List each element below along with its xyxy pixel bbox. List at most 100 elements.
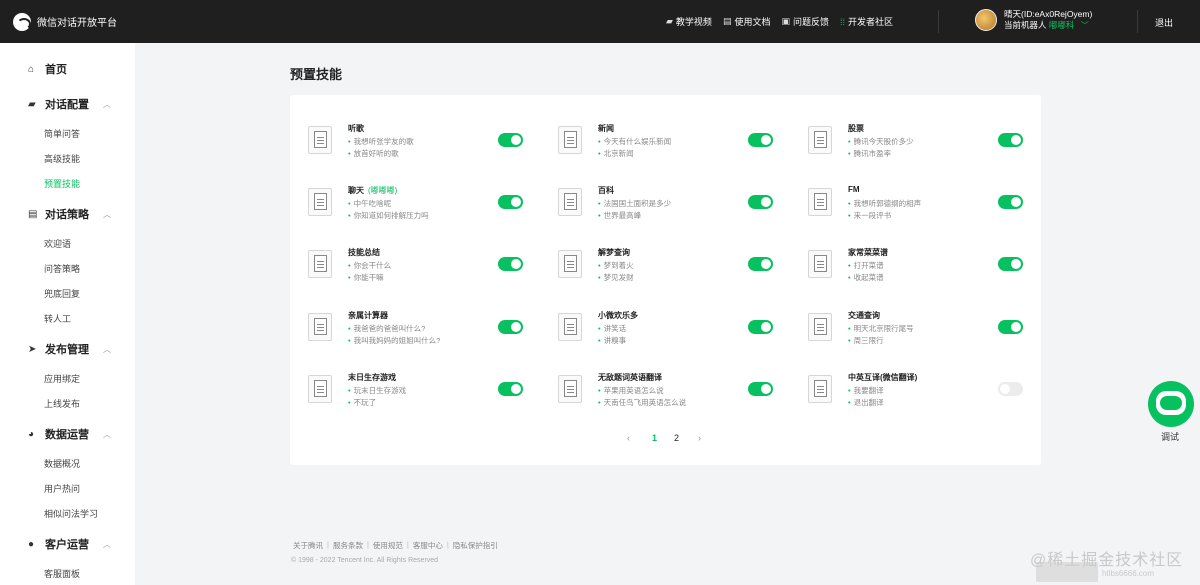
doc-icon: ▤ <box>722 16 732 26</box>
doc-icon <box>564 131 577 148</box>
page-1-button[interactable]: 1 <box>652 433 657 443</box>
footer-link-service[interactable]: 客服中心 <box>413 540 443 551</box>
nav-tutorial-videos[interactable]: ▰ 教学视频 <box>666 15 712 28</box>
skill-example: 北京新闻 <box>598 148 634 159</box>
doc-icon <box>314 193 327 210</box>
skill-toggle[interactable] <box>498 133 523 147</box>
skill-toggle[interactable] <box>748 195 773 209</box>
sidebar-item-go-live[interactable]: 上线发布 <box>44 397 80 410</box>
sidebar-item-app-binding[interactable]: 应用绑定 <box>44 372 80 385</box>
home-icon: ⌂ <box>28 63 35 75</box>
nav-docs[interactable]: ▤ 使用文档 <box>723 15 771 28</box>
sidebar-item-human-handoff[interactable]: 转人工 <box>44 312 71 325</box>
sidebar-item-welcome[interactable]: 欢迎语 <box>44 237 71 250</box>
sidebar-item-hot-questions[interactable]: 用户热问 <box>44 482 80 495</box>
sidebar-item-simple-qa[interactable]: 简单问答 <box>44 127 80 140</box>
nav-community[interactable]: ⁞⁞ 开发者社区 <box>840 15 893 28</box>
footer-link-rules[interactable]: 使用规范 <box>373 540 403 551</box>
footer-link-about[interactable]: 关于腾讯 <box>293 540 323 551</box>
strategy-icon: ▤ <box>28 208 38 220</box>
footer-link-terms[interactable]: 服务条款 <box>333 540 363 551</box>
toggle-knob <box>761 197 771 207</box>
skill-name: 新闻 <box>598 123 614 134</box>
toggle-knob <box>1011 197 1021 207</box>
robot-eye <box>1165 392 1169 396</box>
skill-toggle[interactable] <box>748 382 773 396</box>
skill-card: 交通查询明天北京限行尾号周三限行 <box>808 310 1038 350</box>
skill-example: 今天有什么娱乐新闻 <box>598 136 672 147</box>
debug-button[interactable] <box>1148 381 1194 427</box>
sidebar-item-data-overview[interactable]: 数据概况 <box>44 457 80 470</box>
sidebar-item-preset-skills[interactable]: 预置技能 <box>44 177 80 190</box>
skill-name: 解梦查询 <box>598 247 630 258</box>
skill-tag: (嘟嘟嘟) <box>368 186 398 195</box>
skill-card: 小微欢乐多讲笑话讲糗事 <box>558 310 788 350</box>
sidebar-group-data-ops[interactable]: ◕ 数据运营 ︿ <box>28 426 111 442</box>
skill-toggle[interactable] <box>998 133 1023 147</box>
page-2-button[interactable]: 2 <box>674 433 679 443</box>
doc-icon <box>564 380 577 397</box>
sidebar-item-advanced-skills[interactable]: 高级技能 <box>44 152 80 165</box>
pie-chart-icon: ◕ <box>28 428 35 440</box>
sidebar-item-home[interactable]: ⌂ 首页 <box>28 61 67 77</box>
sidebar-group-publish[interactable]: ➤ 发布管理 ︿ <box>28 341 111 357</box>
skill-toggle[interactable] <box>498 320 523 334</box>
skill-toggle[interactable] <box>998 257 1023 271</box>
next-page-button[interactable]: › <box>698 433 701 443</box>
toggle-knob <box>761 259 771 269</box>
sidebar-item-similar-learning[interactable]: 相似问法学习 <box>44 507 98 520</box>
skill-example: 不玩了 <box>348 397 377 408</box>
sidebar-label: 对话配置 <box>45 99 89 111</box>
sidebar-group-dialog-strategy[interactable]: ▤ 对话策略 ︿ <box>28 206 111 222</box>
chevron-down-icon: ﹀ <box>1080 21 1089 30</box>
sidebar-label: 首页 <box>45 64 67 76</box>
skill-toggle[interactable] <box>748 133 773 147</box>
prev-page-button[interactable]: ‹ <box>627 433 630 443</box>
skill-doc-icon <box>308 375 332 403</box>
sidebar-group-dialog-config[interactable]: ▰ 对话配置 ︿ <box>28 96 111 112</box>
nav-feedback[interactable]: ▣ 问题反馈 <box>781 15 829 28</box>
skill-toggle[interactable] <box>748 257 773 271</box>
skill-toggle[interactable] <box>748 320 773 334</box>
doc-icon <box>314 131 327 148</box>
sidebar-item-qa-strategy[interactable]: 问答策略 <box>44 262 80 275</box>
skill-card: 股票腾讯今天股价多少腾讯市盈率 <box>808 123 1038 163</box>
skill-title: 股票 <box>848 124 864 133</box>
skill-example: 天南任鸟飞用英语怎么说 <box>598 397 687 408</box>
logout-button[interactable]: 退出 <box>1155 16 1173 29</box>
skill-toggle[interactable] <box>998 382 1023 396</box>
doc-icon <box>814 193 827 210</box>
separator: | <box>446 540 449 549</box>
separator: | <box>366 540 369 549</box>
sidebar-item-fallback[interactable]: 兜底回复 <box>44 287 80 300</box>
skill-example: 梦到着火 <box>598 260 634 271</box>
skill-name: 股票 <box>848 123 864 134</box>
sidebar-label: 数据运营 <box>45 429 89 441</box>
skill-example: 退出翻译 <box>848 397 884 408</box>
skill-title: 技能总结 <box>348 248 380 257</box>
skill-toggle[interactable] <box>498 195 523 209</box>
sidebar-group-customer-ops[interactable]: ● 客户运营 ︿ <box>28 536 111 552</box>
separator: | <box>406 540 409 549</box>
sidebar-item-service-panel[interactable]: 客服面板 <box>44 567 80 580</box>
skill-toggle[interactable] <box>498 257 523 271</box>
toggle-knob <box>511 197 521 207</box>
debug-label: 调试 <box>1161 432 1180 442</box>
skill-toggle[interactable] <box>998 195 1023 209</box>
page-title: 预置技能 <box>290 67 343 82</box>
skill-toggle[interactable] <box>498 382 523 396</box>
brand[interactable]: 微信对话开放平台 <box>13 12 117 31</box>
skill-title: FM <box>848 185 860 194</box>
footer-link-privacy[interactable]: 隐私保护指引 <box>453 540 498 551</box>
skill-doc-icon <box>558 313 582 341</box>
skill-doc-icon <box>308 188 332 216</box>
skill-example: 你能干嘛 <box>348 272 384 283</box>
toggle-knob <box>761 322 771 332</box>
skill-name: 技能总结 <box>348 247 380 258</box>
skill-toggle[interactable] <box>998 320 1023 334</box>
chevron-up-icon: ︿ <box>103 99 111 109</box>
doc-icon <box>814 131 827 148</box>
user-switcher[interactable]: 晴天(ID:eAx0RejOyem) 当前机器人 嘟嘟科 ﹀ <box>975 9 1092 31</box>
skill-card: 中英互译(微信翻译) 我要翻译退出翻译 <box>808 372 1038 412</box>
skills-panel: 听歌我想听张学友的歌放首好听的歌新闻今天有什么娱乐新闻北京新闻股票腾讯今天股价多… <box>290 95 1041 465</box>
